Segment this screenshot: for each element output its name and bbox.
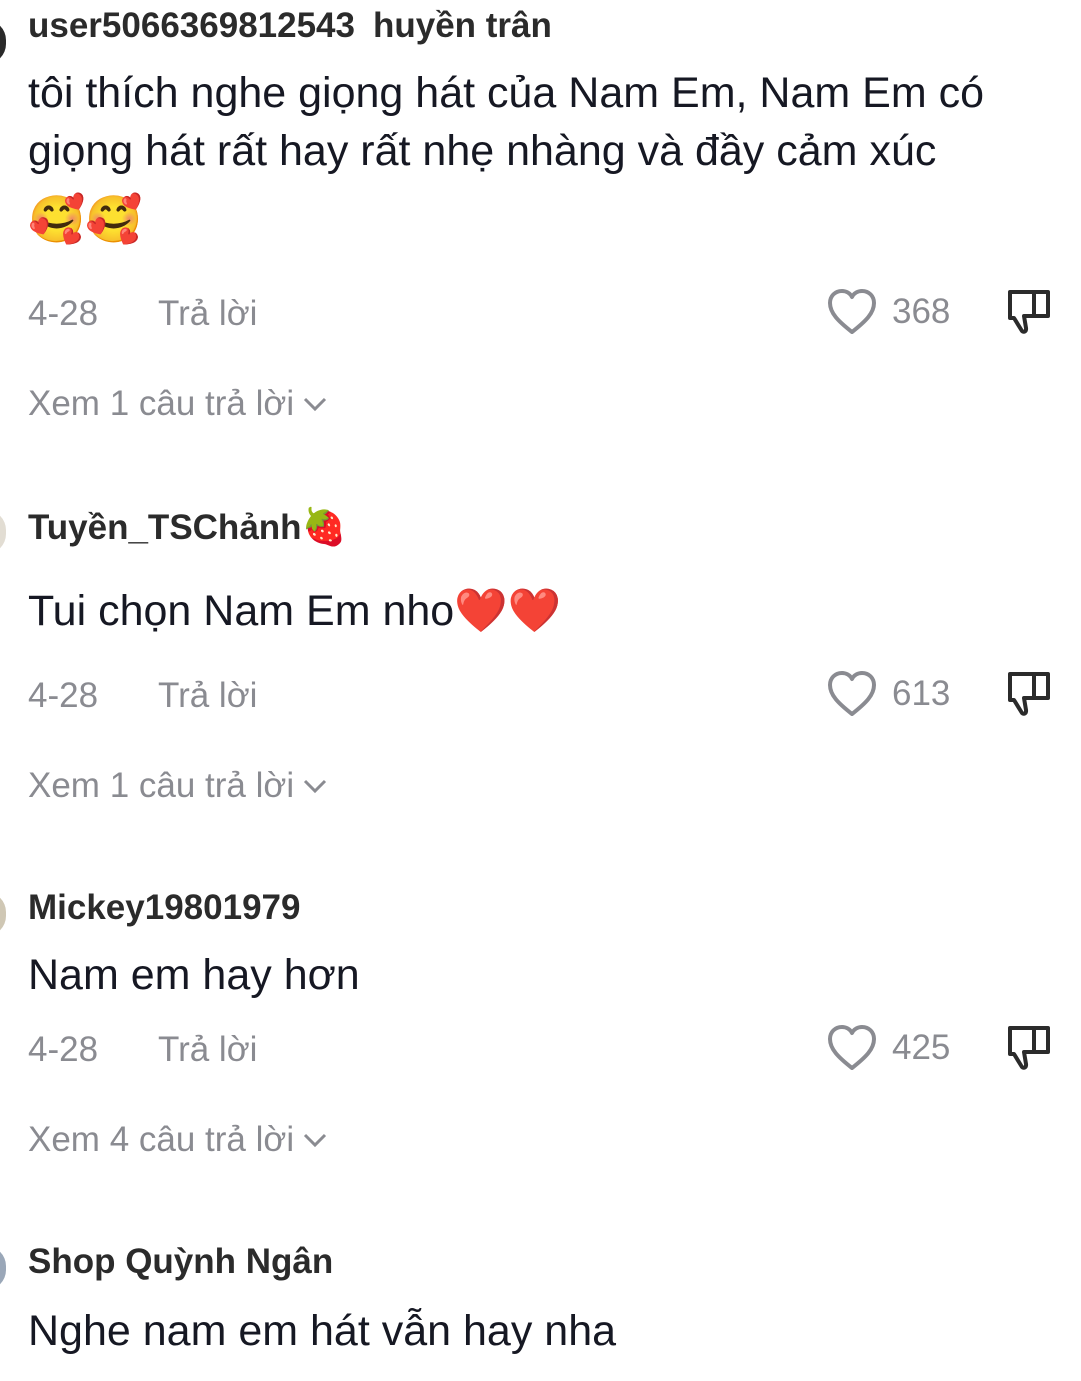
like-count: 368	[892, 292, 951, 331]
comment-date: 4-28	[28, 294, 99, 333]
reply-button[interactable]: Trả lời	[158, 676, 257, 716]
view-replies-label: Xem 1 câu trả lời	[28, 766, 295, 805]
comment-text: tôi thích nghe giọng hát của Nam Em, Nam…	[28, 64, 1058, 248]
view-replies-button[interactable]: Xem 1 câu trả lời	[28, 384, 328, 424]
avatar[interactable]	[0, 20, 6, 64]
comment-username[interactable]: Mickey19801979	[28, 888, 300, 928]
username-text: user5066369812543	[28, 6, 355, 45]
avatar[interactable]	[0, 510, 6, 554]
username-emoji: 🍓	[301, 507, 347, 548]
like-count: 425	[892, 1028, 951, 1067]
comment-text: Nghe nam em hát vẫn hay nha	[28, 1307, 617, 1355]
avatar[interactable]	[0, 1246, 6, 1290]
comment-username[interactable]: user5066369812543 huyền trân	[28, 6, 552, 46]
reply-button[interactable]: Trả lời	[158, 294, 257, 334]
avatar[interactable]	[0, 892, 6, 936]
heart-outline-icon	[828, 289, 876, 334]
comment-body: Tui chọn Nam Em nho	[28, 587, 455, 635]
chevron-down-icon	[304, 397, 327, 412]
reply-button[interactable]: Trả lời	[158, 1030, 257, 1070]
comment-emoji: 🥰🥰	[28, 192, 143, 246]
like-button[interactable]: 368	[826, 286, 950, 338]
chevron-down-icon	[304, 1133, 327, 1148]
display-name-text: huyền trân	[372, 6, 552, 45]
comment-text: Nam em hay hơn	[28, 951, 360, 999]
comment-date: 4-28	[28, 1030, 99, 1069]
thumbs-down-outline-icon[interactable]	[1004, 668, 1054, 718]
username-text: Tuyền_TSChảnh	[28, 508, 302, 547]
chevron-down-icon	[304, 779, 327, 794]
comment-body: tôi thích nghe giọng hát của Nam Em, Nam…	[28, 69, 985, 175]
comment-date: 4-28	[28, 676, 99, 715]
comment-emoji: ❤️❤️	[454, 586, 562, 636]
view-replies-label: Xem 1 câu trả lời	[28, 384, 295, 423]
like-count: 613	[892, 674, 951, 713]
like-button[interactable]: 613	[826, 668, 950, 720]
view-replies-button[interactable]: Xem 1 câu trả lời	[28, 766, 328, 806]
like-button[interactable]: 425	[826, 1022, 950, 1074]
heart-outline-icon	[828, 1025, 876, 1070]
comment-username[interactable]: Shop Quỳnh Ngân	[28, 1242, 333, 1282]
thumbs-down-outline-icon[interactable]	[1004, 1022, 1054, 1072]
comment-text: Tui chọn Nam Em nho❤️❤️	[28, 582, 1058, 640]
view-replies-label: Xem 4 câu trả lời	[28, 1120, 295, 1159]
thumbs-down-outline-icon[interactable]	[1004, 286, 1054, 336]
view-replies-button[interactable]: Xem 4 câu trả lời	[28, 1120, 328, 1160]
comment-username[interactable]: Tuyền_TSChảnh🍓	[28, 506, 346, 548]
heart-outline-icon	[828, 671, 876, 716]
